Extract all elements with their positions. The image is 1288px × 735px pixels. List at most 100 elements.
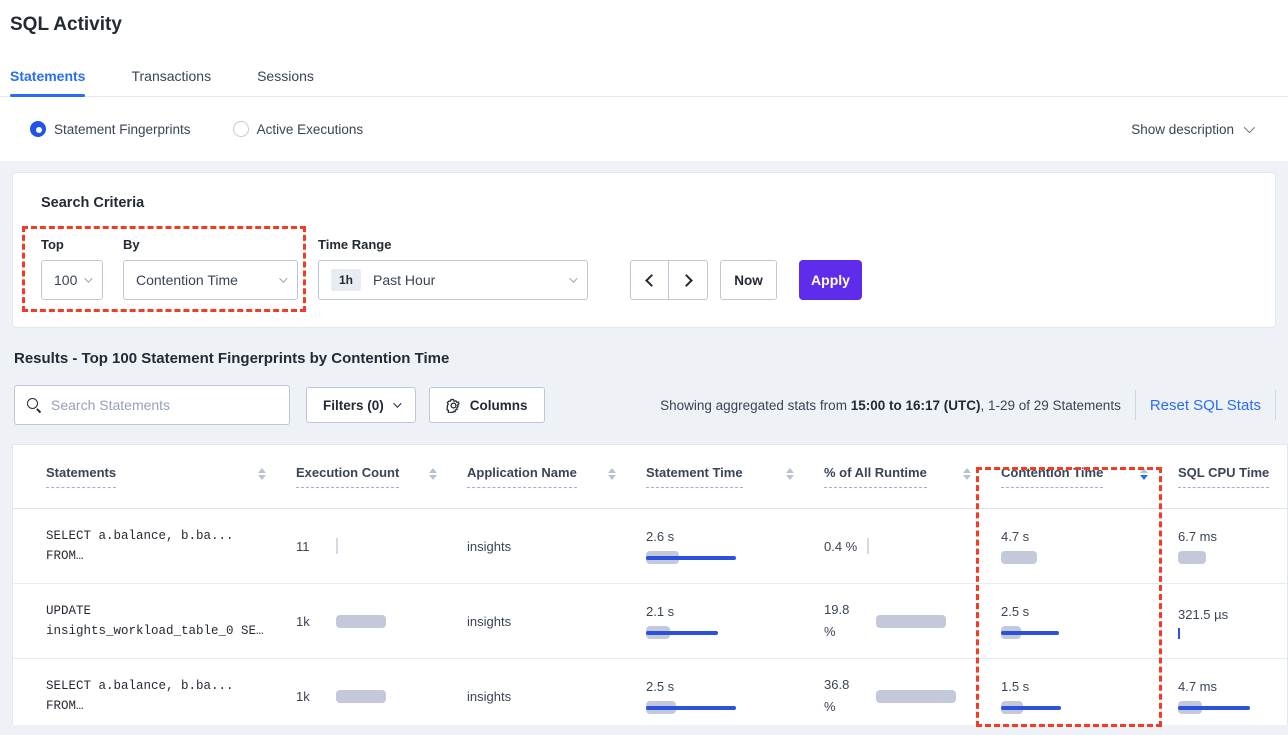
prev-time-button[interactable] bbox=[631, 261, 669, 299]
sql-cpu-time-value: 6.7 ms bbox=[1178, 529, 1287, 544]
sort-icon bbox=[786, 468, 794, 480]
execution-count-cell: 1k bbox=[296, 614, 467, 629]
filters-label: Filters (0) bbox=[323, 398, 384, 413]
column-header-execution-count[interactable]: Execution Count bbox=[296, 465, 467, 488]
execution-count-cell: 11 bbox=[296, 538, 467, 554]
next-time-button[interactable] bbox=[669, 261, 707, 299]
columns-label: Columns bbox=[470, 398, 528, 413]
sql-cpu-time-bar bbox=[1178, 550, 1287, 564]
contention-time-value: 1.5 s bbox=[1001, 679, 1178, 694]
contention-time-bar bbox=[1001, 700, 1178, 714]
statement-time-bar bbox=[646, 700, 824, 714]
pct-runtime-value: 0.4 % bbox=[824, 539, 857, 554]
chevron-left-icon bbox=[645, 274, 658, 287]
pct-runtime-cell: 36.8 % bbox=[824, 674, 1001, 718]
tab-sessions[interactable]: Sessions bbox=[257, 60, 314, 96]
column-header-application-name[interactable]: Application Name bbox=[467, 465, 646, 488]
apply-button[interactable]: Apply bbox=[799, 260, 862, 300]
results-toolbar: Filters (0) Columns Showing aggregated s… bbox=[14, 385, 1276, 425]
divider bbox=[1275, 390, 1276, 420]
execution-count-cell: 1k bbox=[296, 689, 467, 704]
pct-runtime-value: 19.8 % bbox=[824, 599, 862, 643]
sort-icon bbox=[608, 468, 616, 480]
contention-time-bar bbox=[1001, 625, 1178, 639]
reset-sql-stats-link[interactable]: Reset SQL Stats bbox=[1150, 397, 1261, 414]
pct-runtime-value: 36.8 % bbox=[824, 674, 862, 718]
page-header: SQL Activity Statements Transactions Ses… bbox=[0, 0, 1288, 161]
column-header-label: Application Name bbox=[467, 465, 577, 488]
column-header-contention-time[interactable]: Contention Time bbox=[1001, 465, 1178, 488]
column-header-sql-cpu-time[interactable]: SQL CPU Time bbox=[1178, 465, 1288, 488]
execution-count-bar bbox=[336, 538, 338, 554]
table-row[interactable]: UPDATE insights_workload_table_0 SE… 1k … bbox=[13, 584, 1287, 659]
sort-icon bbox=[258, 468, 266, 480]
pct-runtime-bar bbox=[876, 615, 946, 628]
column-header-statements[interactable]: Statements bbox=[46, 465, 296, 488]
stats-prefix: Showing aggregated stats from bbox=[660, 398, 851, 413]
time-range-field: Time Range 1h Past Hour bbox=[318, 237, 588, 300]
time-range-select[interactable]: 1h Past Hour bbox=[318, 260, 588, 300]
application-name-cell: insights bbox=[467, 689, 646, 704]
pct-runtime-bar bbox=[867, 538, 869, 554]
execution-count-value: 11 bbox=[296, 539, 310, 554]
statement-line1: SELECT a.balance, b.ba... bbox=[46, 526, 296, 546]
chevron-down-icon bbox=[393, 399, 401, 407]
sort-icon bbox=[429, 468, 437, 480]
top-field: Top 100 bbox=[41, 237, 103, 300]
by-select[interactable]: Contention Time bbox=[123, 260, 298, 300]
statement-time-cell: 2.6 s bbox=[646, 529, 824, 564]
top-select[interactable]: 100 bbox=[41, 260, 103, 300]
column-header-label: % of All Runtime bbox=[824, 465, 927, 488]
chevron-right-icon bbox=[680, 274, 693, 287]
radio-statement-fingerprints[interactable]: Statement Fingerprints bbox=[30, 121, 191, 137]
tab-statements[interactable]: Statements bbox=[10, 60, 85, 96]
time-range-value: Past Hour bbox=[373, 272, 435, 288]
statement-line1: SELECT a.balance, b.ba... bbox=[46, 676, 296, 696]
column-header-label: Contention Time bbox=[1001, 465, 1103, 488]
column-header-label: Execution Count bbox=[296, 465, 399, 488]
show-description-toggle[interactable]: Show description bbox=[1131, 122, 1252, 137]
execution-count-bar bbox=[336, 690, 386, 703]
sql-cpu-time-cell: 4.7 ms bbox=[1178, 679, 1287, 714]
search-icon bbox=[27, 398, 41, 412]
by-field: By Contention Time bbox=[123, 237, 298, 300]
pct-runtime-cell: 0.4 % bbox=[824, 538, 1001, 554]
statement-line2: FROM… bbox=[46, 696, 296, 716]
tab-bar: Statements Transactions Sessions bbox=[0, 60, 1288, 97]
search-statements-box bbox=[14, 385, 290, 425]
column-header-label: SQL CPU Time bbox=[1178, 465, 1269, 488]
time-range-badge: 1h bbox=[331, 269, 361, 291]
statement-link[interactable]: SELECT a.balance, b.ba... FROM… bbox=[46, 676, 296, 716]
application-name-cell: insights bbox=[467, 614, 646, 629]
search-criteria-panel: Search Criteria Top 100 By Contention Ti… bbox=[12, 172, 1276, 328]
stats-suffix: , 1-29 of 29 Statements bbox=[980, 398, 1120, 413]
statement-link[interactable]: UPDATE insights_workload_table_0 SE… bbox=[46, 601, 296, 641]
table-row[interactable]: SELECT a.balance, b.ba... FROM… 11 insig… bbox=[13, 509, 1287, 584]
sort-icon bbox=[963, 468, 971, 480]
contention-time-cell: 1.5 s bbox=[1001, 679, 1178, 714]
statement-time-value: 2.6 s bbox=[646, 529, 824, 544]
table-row[interactable]: SELECT a.balance, b.ba... FROM… 1k insig… bbox=[13, 659, 1287, 725]
time-step-buttons bbox=[630, 260, 708, 300]
chevron-down-icon bbox=[84, 274, 92, 282]
by-label: By bbox=[123, 237, 298, 252]
column-header-statement-time[interactable]: Statement Time bbox=[646, 465, 824, 488]
radio-active-executions[interactable]: Active Executions bbox=[233, 121, 364, 137]
execution-count-bar bbox=[336, 615, 386, 628]
search-statements-input[interactable] bbox=[51, 397, 277, 413]
chevron-down-icon bbox=[1244, 122, 1255, 133]
sql-cpu-time-value: 4.7 ms bbox=[1178, 679, 1287, 694]
tab-transactions[interactable]: Transactions bbox=[131, 60, 211, 96]
columns-button[interactable]: Columns bbox=[429, 387, 545, 423]
view-toggle-bar: Statement Fingerprints Active Executions… bbox=[0, 97, 1288, 161]
pct-runtime-bar bbox=[876, 690, 956, 703]
filters-button[interactable]: Filters (0) bbox=[306, 387, 416, 423]
now-button[interactable]: Now bbox=[720, 260, 777, 300]
gear-icon bbox=[446, 398, 461, 413]
sort-icon-active-desc bbox=[1140, 468, 1148, 480]
pct-runtime-cell: 19.8 % bbox=[824, 599, 1001, 643]
application-name-cell: insights bbox=[467, 539, 646, 554]
statement-link[interactable]: SELECT a.balance, b.ba... FROM… bbox=[46, 526, 296, 566]
column-header-pct-runtime[interactable]: % of All Runtime bbox=[824, 465, 1001, 488]
contention-time-cell: 4.7 s bbox=[1001, 529, 1178, 564]
